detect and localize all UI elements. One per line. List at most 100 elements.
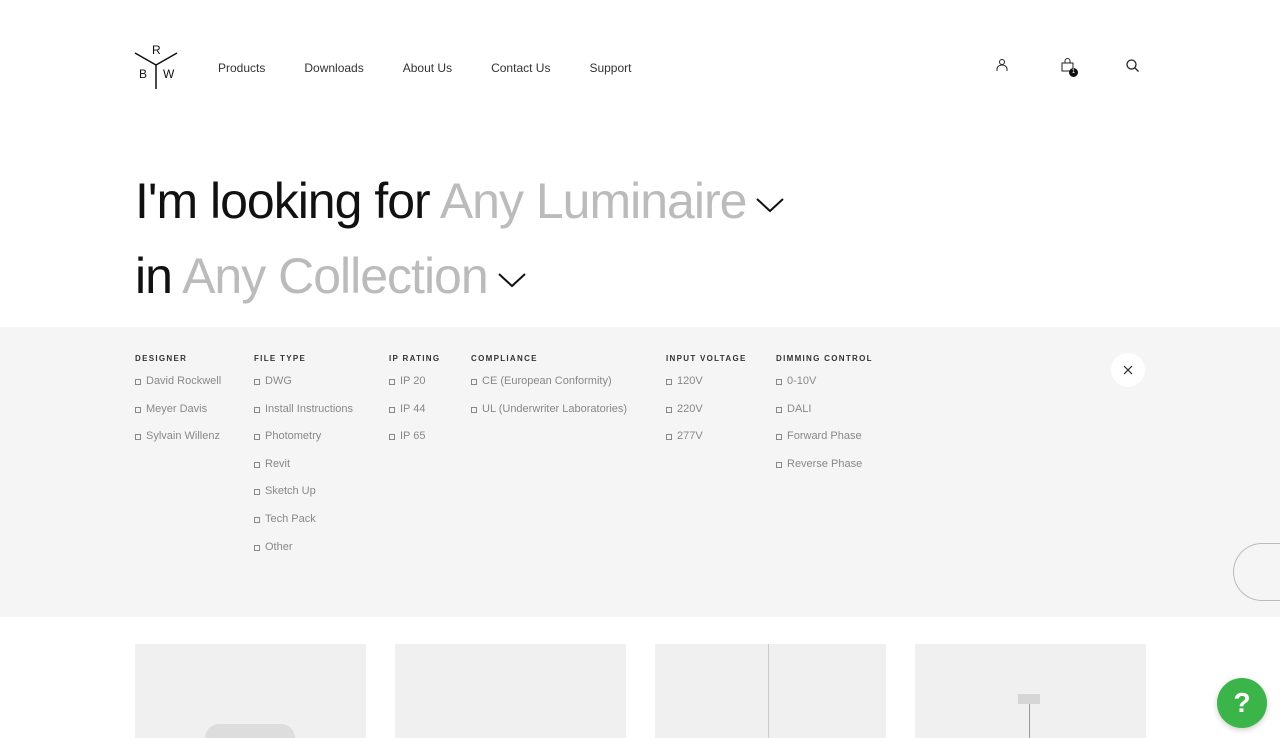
- filter-option-label: David Rockwell: [146, 375, 222, 387]
- filter-option-label: 0-10V: [787, 375, 817, 387]
- filter-option[interactable]: 0-10V: [776, 375, 873, 403]
- filter-group-title: FILE TYPE: [254, 354, 307, 363]
- filter-group-input-voltage: INPUT VOLTAGE 120V 220V 277V: [666, 354, 747, 458]
- checkbox[interactable]: [135, 406, 141, 413]
- filter-option[interactable]: IP 65: [389, 430, 440, 458]
- filter-option[interactable]: DALI: [776, 403, 873, 431]
- filter-group-title: INPUT VOLTAGE: [666, 354, 747, 363]
- checkbox[interactable]: [254, 461, 260, 468]
- checkbox[interactable]: [389, 406, 395, 413]
- nav-products[interactable]: Products: [218, 61, 265, 75]
- filter-option[interactable]: 277V: [666, 430, 747, 458]
- checkbox[interactable]: [254, 379, 260, 385]
- brand-logo[interactable]: R B W: [134, 43, 180, 91]
- headline-prefix: in: [135, 248, 173, 304]
- help-button[interactable]: ?: [1217, 678, 1267, 728]
- filter-option[interactable]: Forward Phase: [776, 430, 873, 458]
- product-image: [205, 724, 295, 738]
- filter-option[interactable]: IP 44: [389, 403, 440, 431]
- nav-about-us[interactable]: About Us: [403, 61, 452, 75]
- filter-option-label: DALI: [787, 402, 812, 415]
- checkbox[interactable]: [776, 434, 782, 441]
- checkbox[interactable]: [254, 406, 260, 413]
- checkbox[interactable]: [135, 379, 141, 385]
- product-card[interactable]: [655, 644, 886, 738]
- checkbox[interactable]: [776, 406, 782, 413]
- collection-value: Any Collection: [182, 248, 489, 304]
- filter-option-label: Other: [265, 540, 293, 553]
- filter-group-title: COMPLIANCE: [471, 354, 538, 363]
- checkbox[interactable]: [666, 406, 672, 413]
- filter-group-title: DIMMING CONTROL: [776, 354, 873, 363]
- filter-option[interactable]: Install Instructions: [254, 403, 353, 431]
- checkbox[interactable]: [776, 461, 782, 468]
- product-card[interactable]: [135, 644, 366, 738]
- filter-option[interactable]: Other: [254, 541, 353, 569]
- filter-group-file-type: FILE TYPE DWG Install Instructions Photomet…: [254, 354, 353, 568]
- close-icon: [1123, 365, 1133, 375]
- filter-option-label: CE (European Conformity): [482, 375, 612, 387]
- filter-option-label: Sketch Up: [265, 485, 316, 498]
- filter-option-label: IP 44: [400, 402, 426, 415]
- filter-option-label: 277V: [677, 430, 703, 443]
- chevron-down-icon: [756, 198, 785, 213]
- filter-option[interactable]: UL (Underwriter Laboratories): [471, 403, 627, 431]
- headline-line-2: in Any Collection: [135, 247, 526, 305]
- search-icon[interactable]: [1126, 59, 1139, 72]
- nav-downloads[interactable]: Downloads: [304, 61, 363, 75]
- cart-count-badge: 1: [1069, 68, 1078, 77]
- checkbox[interactable]: [389, 434, 395, 441]
- main-nav: Products Downloads About Us Contact Us S…: [218, 61, 670, 75]
- svg-text:B: B: [139, 67, 147, 81]
- filter-option-label: 120V: [677, 375, 703, 387]
- filter-option[interactable]: IP 20: [389, 375, 440, 403]
- filter-option-label: Revit: [265, 457, 291, 470]
- checkbox[interactable]: [254, 516, 260, 523]
- checkbox[interactable]: [254, 544, 260, 551]
- collection-dropdown[interactable]: Any Collection: [182, 248, 526, 304]
- filter-option-label: Sylvain Willenz: [146, 430, 220, 443]
- checkbox[interactable]: [254, 434, 260, 441]
- filter-option[interactable]: Meyer Davis: [135, 403, 221, 431]
- filter-panel: DESIGNER David Rockwell Meyer Davis Sylvain…: [0, 327, 1280, 617]
- filter-option[interactable]: Tech Pack: [254, 513, 353, 541]
- headline-prefix: I'm looking for: [135, 173, 431, 229]
- checkbox[interactable]: [471, 406, 477, 413]
- filter-option[interactable]: Revit: [254, 458, 353, 486]
- filter-option-label: 220V: [677, 402, 703, 415]
- filter-option-label: Reverse Phase: [787, 457, 863, 470]
- checkbox[interactable]: [135, 434, 141, 441]
- filter-option[interactable]: DWG: [254, 375, 353, 403]
- filter-option-label: Photometry: [265, 430, 322, 443]
- product-image: [1018, 694, 1040, 704]
- filter-option[interactable]: Sylvain Willenz: [135, 430, 221, 458]
- filter-option[interactable]: CE (European Conformity): [471, 375, 627, 403]
- account-icon[interactable]: [996, 58, 1008, 72]
- nav-support[interactable]: Support: [589, 61, 631, 75]
- filter-option[interactable]: David Rockwell: [135, 375, 221, 403]
- svg-text:W: W: [163, 67, 175, 81]
- filter-option[interactable]: Photometry: [254, 430, 353, 458]
- nav-contact-us[interactable]: Contact Us: [491, 61, 550, 75]
- filter-option[interactable]: 120V: [666, 375, 747, 403]
- luminaire-dropdown[interactable]: Any Luminaire: [440, 173, 785, 229]
- checkbox[interactable]: [471, 379, 477, 385]
- filter-option-label: DWG: [265, 375, 292, 387]
- filter-option[interactable]: Reverse Phase: [776, 458, 873, 486]
- checkbox[interactable]: [389, 379, 395, 385]
- checkbox[interactable]: [666, 379, 672, 385]
- filter-option-label: Meyer Davis: [146, 402, 208, 415]
- filter-option-label: Forward Phase: [787, 430, 862, 443]
- checkbox[interactable]: [666, 434, 672, 441]
- product-card[interactable]: [395, 644, 626, 738]
- filter-group-title: IP RATING: [389, 354, 441, 363]
- product-image: [768, 644, 769, 738]
- product-card[interactable]: [915, 644, 1146, 738]
- close-filters-button[interactable]: [1111, 353, 1145, 387]
- filter-group-title: DESIGNER: [135, 354, 188, 363]
- filter-option[interactable]: 220V: [666, 403, 747, 431]
- checkbox[interactable]: [776, 379, 782, 385]
- checkbox[interactable]: [254, 489, 260, 496]
- filter-option[interactable]: Sketch Up: [254, 485, 353, 513]
- filter-group-ip-rating: IP RATING IP 20 IP 44 IP 65: [389, 354, 440, 458]
